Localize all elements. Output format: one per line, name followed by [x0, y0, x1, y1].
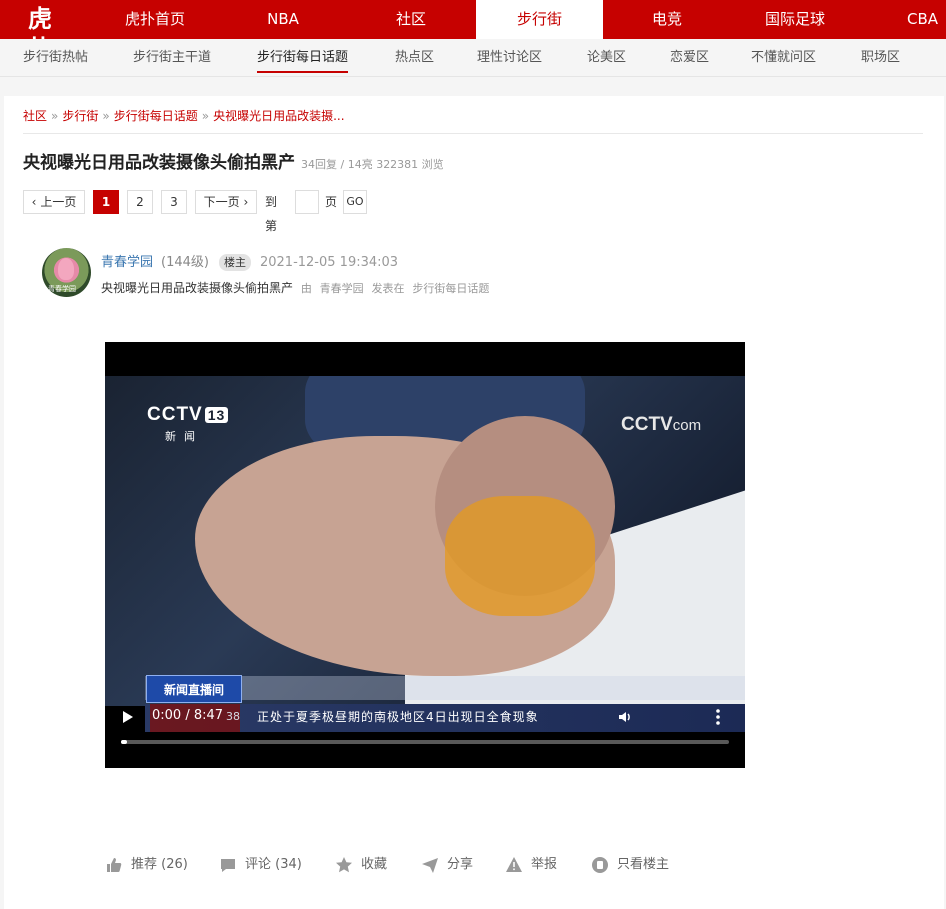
subnav-workplace[interactable]: 职场区	[861, 39, 900, 76]
go-button[interactable]: GO	[343, 190, 367, 214]
cctv13-logo: CCTV 13	[147, 404, 229, 426]
watermark-text: CCTV	[621, 414, 673, 435]
page-title: 央视曝光日用品改装摄像头偷拍黑产	[23, 153, 295, 173]
thumbs-up-icon	[107, 858, 122, 872]
sub-navigation: 步行街热帖 步行街主干道 步行街每日话题 热点区 理性讨论区 论美区 恋爱区 不…	[0, 39, 946, 77]
ticker-time: 38	[226, 710, 240, 723]
subnav-hot-area[interactable]: 热点区	[395, 39, 434, 76]
nav-community[interactable]: 社区	[352, 0, 470, 39]
goto-suffix: 页	[325, 195, 338, 209]
host-only-icon	[592, 857, 608, 873]
page-2-button[interactable]: 2	[127, 190, 153, 214]
host-badge: 楼主	[218, 254, 251, 271]
report-label: 举报	[531, 857, 558, 872]
prev-page-label: 上一页	[40, 195, 77, 209]
subnav-rational-discussion[interactable]: 理性讨论区	[477, 39, 542, 76]
live-tag: 新闻直播间	[146, 675, 242, 703]
video-player[interactable]: CCTV 13 新闻 CCTVcom 新闻直播间 38 正处于夏季极昼期的南极地区…	[105, 342, 745, 768]
page-3-button[interactable]: 3	[161, 190, 187, 214]
goto-prefix: 到第	[265, 195, 278, 233]
subnav-beauty[interactable]: 论美区	[587, 39, 626, 76]
breadcrumb-current-post[interactable]: 央视曝光日用品改装摄...	[213, 109, 344, 123]
next-page-label: 下一页	[203, 195, 240, 209]
summary-posted-in: 发表在	[371, 282, 405, 295]
current-time: 0:00	[152, 708, 182, 723]
watermark-suffix: com	[672, 417, 702, 434]
subnav-love[interactable]: 恋爱区	[670, 39, 709, 76]
post-panel: 社区» 步行街» 步行街每日话题» 央视曝光日用品改装摄... 央视曝光日用品改装摄像…	[4, 96, 944, 909]
breadcrumb-divider	[23, 133, 923, 134]
progress-fill	[121, 740, 128, 744]
chevron-left-icon: ‹	[31, 195, 37, 209]
comment-icon	[221, 859, 235, 872]
next-page-button[interactable]: 下一页 ›	[195, 190, 257, 214]
chevron-right-icon: ›	[243, 195, 249, 209]
top-navigation: 虎扑 虎扑首页 NBA 社区 步行街 电竞 国际足球 CBA	[0, 0, 946, 63]
nav-cba[interactable]: CBA	[864, 0, 946, 39]
breadcrumb-bxj[interactable]: 步行街	[62, 109, 98, 123]
channel-name: 新闻	[165, 430, 203, 443]
subnav-daily-topic[interactable]: 步行街每日话题	[257, 39, 349, 76]
nav-bxj[interactable]: 步行街	[476, 0, 603, 39]
favorite-label: 收藏	[361, 857, 388, 872]
summary-author[interactable]: 青春学园	[320, 282, 364, 295]
summary-title: 央视曝光日用品改装摄像头偷拍黑产	[101, 281, 294, 295]
star-icon	[336, 857, 352, 873]
nav-home[interactable]: 虎扑首页	[96, 0, 214, 39]
warning-icon	[506, 857, 522, 872]
host-only-label: 只看楼主	[617, 857, 670, 872]
recommend-label: 推荐 (26)	[131, 857, 188, 872]
nav-esports[interactable]: 电竞	[608, 0, 726, 39]
subnav-hot-posts[interactable]: 步行街热帖	[23, 39, 88, 76]
duration: 8:47	[193, 708, 224, 723]
author-level: (144级)	[161, 255, 209, 270]
volume-icon[interactable]	[617, 709, 633, 725]
lotus-icon	[58, 258, 74, 280]
summary-by: 由	[300, 282, 312, 295]
author-line: 青春学园 (144级) 楼主 2021-12-05 19:34:03	[101, 251, 398, 271]
cctv13-logo-text: CCTV	[147, 404, 203, 425]
avatar-caption: 青春学园	[48, 285, 76, 293]
more-options-icon[interactable]	[715, 708, 721, 726]
author-name[interactable]: 青春学园	[101, 255, 153, 270]
share-icon	[422, 858, 438, 873]
avatar[interactable]: 青春学园	[42, 248, 91, 297]
goto-page-input[interactable]	[295, 190, 319, 214]
share-label: 分享	[447, 857, 474, 872]
breadcrumb-separator: »	[201, 109, 210, 123]
hupu-logo[interactable]: 虎扑	[28, 4, 64, 63]
breadcrumb: 社区» 步行街» 步行街每日话题» 央视曝光日用品改装摄...	[23, 107, 345, 124]
prev-page-button[interactable]: ‹ 上一页	[23, 190, 85, 214]
summary-board[interactable]: 步行街每日话题	[412, 282, 489, 295]
post-summary: 央视曝光日用品改装摄像头偷拍黑产 由 青春学园 发表在 步行街每日话题	[101, 279, 489, 296]
breadcrumb-community[interactable]: 社区	[23, 109, 47, 123]
nav-intl-football[interactable]: 国际足球	[736, 0, 854, 39]
breadcrumb-separator: »	[102, 109, 110, 123]
progress-bar[interactable]	[121, 740, 729, 744]
cctv-watermark: CCTVcom	[621, 414, 701, 436]
scene-jar	[445, 496, 595, 616]
post-time: 2021-12-05 19:34:03	[259, 255, 399, 270]
subnav-main-road[interactable]: 步行街主干道	[133, 39, 211, 76]
video-time: 0:00 / 8:47	[152, 708, 224, 723]
comment-label: 评论 (34)	[245, 857, 302, 872]
subnav-ask[interactable]: 不懂就问区	[751, 39, 816, 76]
ticker-text: 正处于夏季极昼期的南极地区4日出现日全食现象	[257, 710, 539, 724]
breadcrumb-separator: »	[51, 109, 59, 123]
page-1-button[interactable]: 1	[93, 190, 119, 214]
post-stats: 34回复 / 14亮 322381 浏览	[301, 158, 444, 171]
play-icon[interactable]	[123, 711, 133, 723]
cctv13-number: 13	[204, 407, 229, 423]
breadcrumb-daily-topic[interactable]: 步行街每日话题	[114, 109, 198, 123]
nav-nba[interactable]: NBA	[224, 0, 342, 39]
title-row: 央视曝光日用品改装摄像头偷拍黑产 34回复 / 14亮 322381 浏览	[23, 148, 444, 173]
